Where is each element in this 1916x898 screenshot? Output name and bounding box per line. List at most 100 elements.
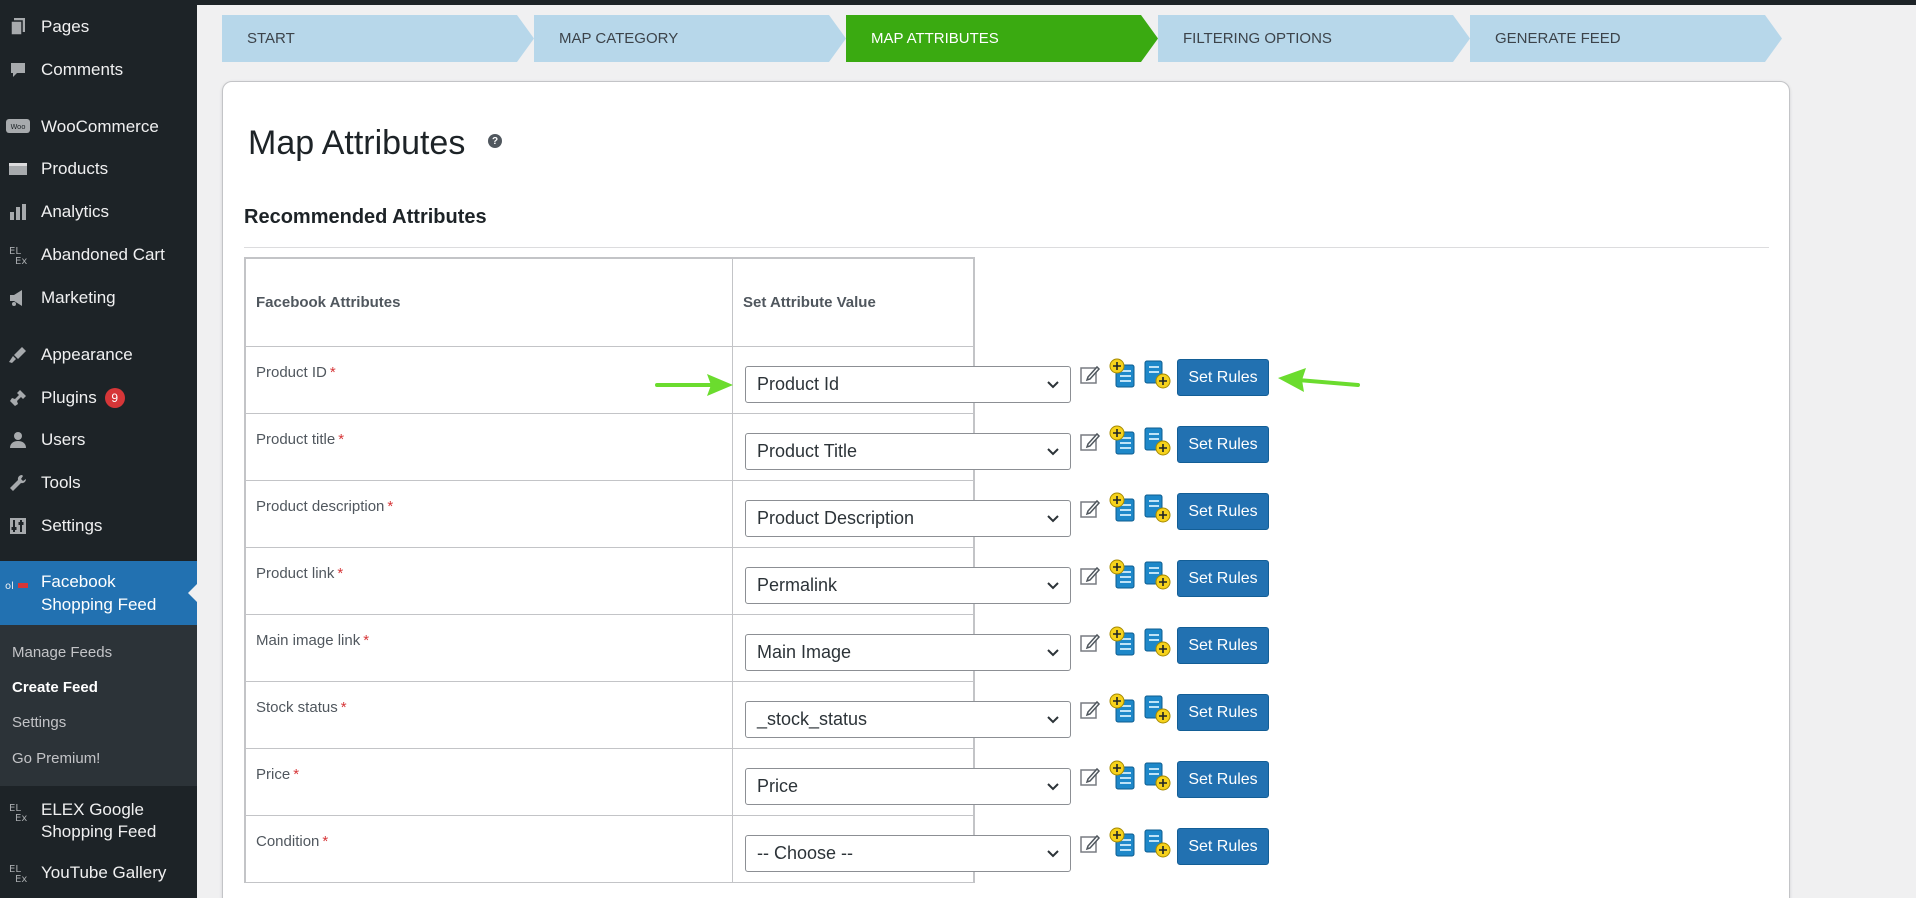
sidebar-item-label: Settings	[41, 516, 103, 535]
add-value-icon[interactable]	[1142, 692, 1172, 726]
attribute-value-cell: Product Description Set Rules	[733, 481, 1269, 547]
submenu-manage-feeds[interactable]: Manage Feeds	[12, 644, 112, 661]
submenu-settings[interactable]: Settings	[12, 714, 66, 731]
sidebar-item-elex-google-shopping-feed[interactable]: EL Ex ELEX Google Shopping Feed	[0, 797, 197, 847]
admin-bar-strip	[197, 0, 1916, 5]
attribute-value-cell: Permalink Set Rules	[733, 548, 1269, 614]
table-header-row: Facebook Attributes Set Attribute Value	[246, 259, 973, 347]
sidebar-item-label: Abandoned Cart	[41, 245, 165, 264]
attribute-value-select[interactable]: Permalink	[745, 567, 1071, 604]
sidebar-item-settings[interactable]: Settings	[0, 506, 197, 546]
attribute-value-select[interactable]: Product Description	[745, 500, 1071, 537]
edit-icon[interactable]	[1079, 564, 1101, 586]
step-map-category[interactable]: MAP CATEGORY	[534, 15, 846, 62]
add-value-icon[interactable]	[1142, 625, 1172, 659]
sidebar-item-marketing[interactable]: Marketing	[0, 278, 197, 318]
sidebar-item-facebook-shopping-feed[interactable]: ol Facebook Shopping Feed	[0, 561, 197, 625]
active-menu-pointer	[188, 584, 197, 602]
sidebar-item-products[interactable]: Products	[0, 149, 197, 189]
annotation-arrow-right	[655, 374, 733, 396]
attribute-name: Condition	[256, 833, 320, 850]
sidebar-item-plugins[interactable]: Plugins 9	[0, 378, 197, 418]
add-value-icon[interactable]	[1142, 491, 1172, 525]
sidebar-item-analytics[interactable]: Analytics	[0, 192, 197, 232]
add-value-icon[interactable]	[1142, 826, 1172, 860]
tools-icon	[0, 463, 36, 503]
sidebar-item-label: Appearance	[41, 345, 133, 364]
add-attribute-icon[interactable]	[1108, 692, 1138, 726]
submenu-go-premium[interactable]: Go Premium!	[12, 750, 100, 767]
attribute-value-select[interactable]: Price	[745, 768, 1071, 805]
sidebar-item-woocommerce[interactable]: Woo WooCommerce	[0, 107, 197, 147]
chevron-down-icon	[1047, 850, 1059, 858]
set-rules-button[interactable]: Set Rules	[1177, 627, 1269, 664]
set-rules-button[interactable]: Set Rules	[1177, 426, 1269, 463]
edit-icon[interactable]	[1079, 497, 1101, 519]
submenu-create-feed[interactable]: Create Feed	[12, 679, 98, 696]
sidebar-item-label: Plugins	[41, 388, 97, 407]
set-rules-button[interactable]: Set Rules	[1177, 493, 1269, 530]
set-rules-button[interactable]: Set Rules	[1177, 359, 1269, 396]
sidebar-item-comments[interactable]: Comments	[0, 50, 197, 90]
sidebar-submenu: Manage Feeds Create Feed Settings Go Pre…	[0, 625, 197, 786]
select-value: Product Description	[757, 508, 915, 528]
attribute-name: Product title	[256, 431, 336, 448]
attribute-value-select[interactable]: Product Title	[745, 433, 1071, 470]
add-attribute-icon[interactable]	[1108, 357, 1138, 391]
select-value: -- Choose --	[757, 843, 854, 863]
step-filtering-options[interactable]: FILTERING OPTIONS	[1158, 15, 1470, 62]
select-value: Product Title	[757, 441, 858, 461]
step-generate-feed[interactable]: GENERATE FEED	[1470, 15, 1782, 62]
add-attribute-icon[interactable]	[1108, 424, 1138, 458]
attribute-name: Product ID	[256, 364, 327, 381]
set-rules-button[interactable]: Set Rules	[1177, 560, 1269, 597]
add-value-icon[interactable]	[1142, 424, 1172, 458]
edit-icon[interactable]	[1079, 631, 1101, 653]
set-rules-button[interactable]: Set Rules	[1177, 761, 1269, 798]
sidebar-item-abandoned-cart[interactable]: EL Ex Abandoned Cart	[0, 235, 197, 275]
edit-icon[interactable]	[1079, 832, 1101, 854]
table-row: Product ID * Product Id Set Rules	[246, 347, 1269, 414]
step-label: MAP ATTRIBUTES	[871, 30, 999, 47]
edit-icon[interactable]	[1079, 698, 1101, 720]
attribute-name: Price	[256, 766, 291, 783]
add-value-icon[interactable]	[1142, 357, 1172, 391]
edit-icon[interactable]	[1079, 765, 1101, 787]
svg-text:Woo: Woo	[10, 123, 25, 131]
add-value-icon[interactable]	[1142, 558, 1172, 592]
add-attribute-icon[interactable]	[1108, 558, 1138, 592]
select-value: Permalink	[757, 575, 838, 595]
set-rules-button[interactable]: Set Rules	[1177, 694, 1269, 731]
sidebar-item-tools[interactable]: Tools	[0, 463, 197, 503]
select-value: Price	[757, 776, 799, 796]
help-icon[interactable]: ?	[488, 134, 502, 148]
add-attribute-icon[interactable]	[1108, 759, 1138, 793]
step-start[interactable]: START	[222, 15, 534, 62]
attribute-value-cell: Price Set Rules	[733, 749, 1269, 815]
sidebar-item-users[interactable]: Users	[0, 420, 197, 460]
sidebar-item-appearance[interactable]: Appearance	[0, 335, 197, 375]
sidebar-item-label: YouTube Gallery	[41, 863, 167, 882]
attribute-value-select[interactable]: -- Choose --	[745, 835, 1071, 872]
table-row: Product link * Permalink Set Rules	[246, 548, 1269, 615]
users-icon	[0, 420, 36, 460]
section-title: Recommended Attributes	[244, 206, 487, 228]
sidebar-item-label: Tools	[41, 473, 81, 492]
add-value-icon[interactable]	[1142, 759, 1172, 793]
elex-icon: EL Ex	[0, 853, 36, 893]
chevron-down-icon	[1047, 515, 1059, 523]
set-rules-button[interactable]: Set Rules	[1177, 828, 1269, 865]
attribute-name-cell: Price *	[246, 749, 733, 815]
step-map-attributes[interactable]: MAP ATTRIBUTES	[846, 15, 1158, 62]
edit-icon[interactable]	[1079, 363, 1101, 385]
sidebar-item-pages[interactable]: Pages	[0, 7, 197, 47]
edit-icon[interactable]	[1079, 430, 1101, 452]
add-attribute-icon[interactable]	[1108, 826, 1138, 860]
attribute-value-select[interactable]: _stock_status	[745, 701, 1071, 738]
attribute-value-select[interactable]: Product Id	[745, 366, 1071, 403]
add-attribute-icon[interactable]	[1108, 491, 1138, 525]
sidebar-item-youtube-gallery[interactable]: EL Ex YouTube Gallery	[0, 853, 197, 893]
attribute-value-select[interactable]: Main Image	[745, 634, 1071, 671]
attribute-name: Product link	[256, 565, 335, 582]
add-attribute-icon[interactable]	[1108, 625, 1138, 659]
